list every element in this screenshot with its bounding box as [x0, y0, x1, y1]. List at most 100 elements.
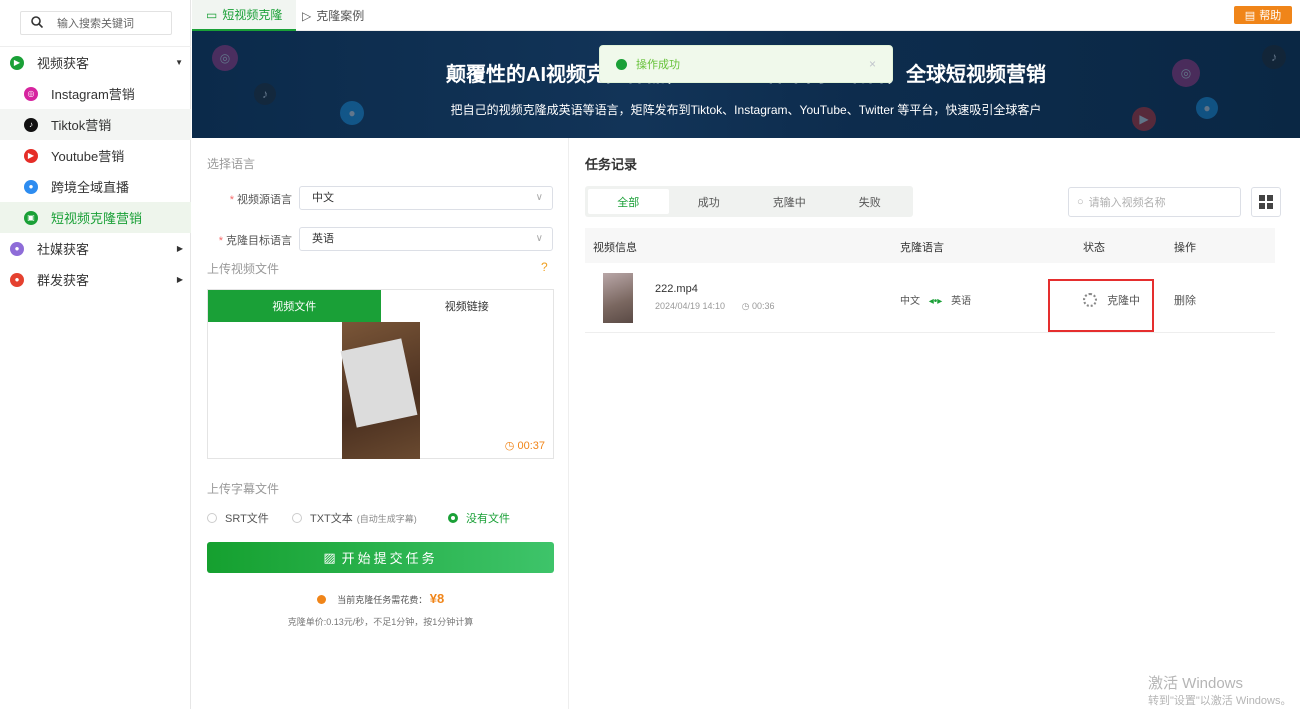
- help-label: 帮助: [1259, 10, 1282, 22]
- coin-icon: [316, 595, 326, 604]
- search-icon: [31, 15, 44, 31]
- target-language-select[interactable]: 英语 ∨: [299, 227, 553, 251]
- chevron-down-icon: ∨: [535, 192, 543, 203]
- status-filter-tabs: 全部 成功 克隆中 失败: [585, 186, 913, 217]
- upload-video-label: 上传视频文件: [207, 262, 280, 276]
- target-language-label: * 克隆目标语言: [218, 235, 292, 247]
- select-language-label: 选择语言: [207, 157, 256, 171]
- sidebar-item-label: Youtube营销: [51, 149, 125, 164]
- help-icon: ▤: [1244, 9, 1256, 22]
- bulk-send-icon: ●: [10, 272, 24, 287]
- sidebar-item-youtube[interactable]: ▶ Youtube营销: [0, 140, 191, 171]
- filter-cloning[interactable]: 克隆中: [749, 189, 830, 214]
- sidebar-item-tiktok[interactable]: ♪ Tiktok营销: [0, 109, 191, 140]
- sidebar-item-label: Instagram营销: [51, 87, 135, 102]
- radio-no-file[interactable]: 没有文件: [448, 510, 510, 526]
- toast-message: 操作成功: [636, 59, 680, 71]
- grid-view-button[interactable]: [1251, 187, 1281, 217]
- question-icon[interactable]: ?: [541, 260, 548, 274]
- submit-label: 开始提交任务: [341, 551, 438, 566]
- clone-form-panel: 选择语言 * 视频源语言 中文 ∨ * 克隆目标语言 英语 ∨ 上传视频文件 ? 视…: [192, 138, 569, 709]
- sidebar-item-instagram[interactable]: ◎ Instagram营销: [0, 78, 191, 109]
- play-icon: ▶: [10, 55, 24, 70]
- tab-label: 克隆案例: [316, 9, 365, 23]
- tab-video-clone[interactable]: ▭ 短视频克隆: [192, 0, 297, 31]
- radio-label: SRT文件: [225, 513, 269, 525]
- sidebar: 输入搜索关键词 ▶ 视频获客 ▼ ◎ Instagram营销 ♪ Tiktok营…: [0, 0, 191, 709]
- radio-circle-checked: [448, 513, 458, 523]
- tab-clone-cases[interactable]: ▷ 克隆案例: [288, 0, 378, 31]
- video-upload-box: 视频文件 视频链接 ◷ 00:37: [207, 289, 554, 459]
- video-date: 2024/04/19 14:10: [655, 301, 726, 311]
- clock-icon: ◷: [741, 301, 750, 311]
- task-table-header: 视频信息 克隆语言 状态 操作: [585, 228, 1275, 263]
- video-name: 222.mp4: [655, 283, 698, 295]
- sidebar-nav: ▶ 视频获客 ▼ ◎ Instagram营销 ♪ Tiktok营销 ▶ Yout…: [0, 47, 191, 295]
- video-meta: 2024/04/19 14:10 ◷ 00:36: [655, 301, 775, 312]
- upload-subtitle-label: 上传字幕文件: [207, 482, 280, 496]
- target-language-value: 英语: [312, 233, 334, 245]
- tab-label: 短视频克隆: [222, 8, 283, 22]
- col-status: 状态: [1083, 242, 1105, 254]
- tab-video-file[interactable]: 视频文件: [208, 290, 381, 322]
- col-clone-language: 克隆语言: [900, 242, 944, 254]
- cost-amount: ¥8: [429, 591, 445, 606]
- filter-all[interactable]: 全部: [588, 189, 669, 214]
- task-records-title: 任务记录: [585, 157, 638, 172]
- upload-tabs: 视频文件 视频链接: [208, 290, 553, 322]
- swap-arrows-icon: ◂•▸: [928, 296, 943, 307]
- sidebar-group-label: 视频获客: [37, 56, 90, 71]
- video-duration: 00:36: [751, 301, 775, 311]
- success-toast: 操作成功 ×: [599, 45, 893, 83]
- video-search-placeholder: 请输入视频名称: [1088, 197, 1166, 209]
- sidebar-search-placeholder: 输入搜索关键词: [57, 18, 134, 30]
- filter-failed[interactable]: 失败: [830, 189, 911, 214]
- price-note: 克隆单价:0.13元/秒，不足1分钟，按1分钟计算: [287, 617, 474, 627]
- sidebar-item-label: 短视频克隆营销: [51, 211, 143, 226]
- target-language-row: * 克隆目标语言 英语 ∨: [192, 227, 554, 251]
- radio-note: (自动生成字幕): [356, 513, 417, 524]
- video-search-input[interactable]: ○ 请输入视频名称: [1068, 187, 1241, 217]
- grid-icon: [1259, 195, 1265, 201]
- sidebar-item-video-clone[interactable]: ▣ 短视频克隆营销: [0, 202, 191, 233]
- radio-label: 没有文件: [466, 513, 510, 525]
- clock-icon: ◷: [504, 440, 515, 452]
- close-icon[interactable]: ×: [869, 57, 876, 71]
- social-icon: ●: [10, 241, 24, 256]
- radio-circle: [207, 513, 217, 523]
- tab-video-link[interactable]: 视频链接: [381, 290, 554, 322]
- windows-activation-watermark: 激活 Windows: [1148, 675, 1244, 692]
- video-clone-icon: ▣: [24, 210, 38, 225]
- radio-label: TXT文本: [310, 513, 353, 525]
- target-lang: 英语: [951, 296, 972, 307]
- help-button[interactable]: ▤ 帮助: [1234, 6, 1292, 24]
- filter-success[interactable]: 成功: [669, 189, 750, 214]
- caret-right-icon: ▶: [176, 275, 183, 284]
- banner-subtitle: 把自己的视频克隆成英语等语言，矩阵发布到Tiktok、Instagram、You…: [450, 103, 1042, 117]
- sidebar-group-video[interactable]: ▶ 视频获客 ▼: [0, 47, 191, 78]
- submit-icon: ▨: [323, 549, 336, 565]
- sidebar-group-label: 群发获客: [37, 273, 90, 288]
- video-duration: ◷ 00:37: [505, 439, 545, 452]
- video-thumbnail[interactable]: [603, 273, 633, 323]
- sidebar-search-input[interactable]: 输入搜索关键词: [20, 11, 172, 35]
- source-language-value: 中文: [312, 192, 334, 204]
- delete-button[interactable]: 删除: [1174, 292, 1196, 308]
- sidebar-group-bulk[interactable]: ● 群发获客 ▶: [0, 264, 191, 295]
- radio-srt[interactable]: SRT文件: [207, 510, 269, 526]
- submit-task-button[interactable]: ▨ 开始提交任务: [207, 542, 554, 573]
- radio-txt[interactable]: TXT文本 (自动生成字幕): [292, 510, 417, 526]
- sidebar-item-live[interactable]: ● 跨境全域直播: [0, 171, 191, 202]
- sidebar-group-social[interactable]: ● 社媒获客 ▶: [0, 233, 191, 264]
- col-action: 操作: [1174, 242, 1196, 254]
- youtube-icon: ▶: [24, 148, 38, 163]
- status-text: 克隆中: [1107, 295, 1141, 307]
- table-row: 222.mp4 2024/04/19 14:10 ◷ 00:36 中文 ◂•▸ …: [585, 264, 1275, 333]
- caret-down-icon: ▼: [175, 58, 183, 67]
- source-language-select[interactable]: 中文 ∨: [299, 186, 553, 210]
- col-video-info: 视频信息: [593, 242, 637, 254]
- chevron-down-icon: ∨: [535, 233, 543, 244]
- source-language-row: * 视频源语言 中文 ∨: [192, 186, 554, 210]
- video-preview[interactable]: [340, 322, 420, 459]
- case-tab-icon: ▷: [302, 8, 312, 23]
